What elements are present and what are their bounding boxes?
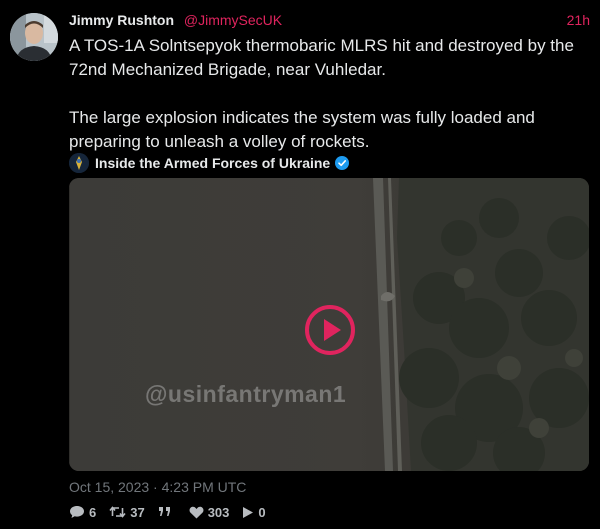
author-name[interactable]: Jimmy Rushton (69, 12, 174, 28)
views-count: 0 (258, 504, 266, 520)
tweet-date[interactable]: Oct 15, 2023 · 4:23 PM UTC (69, 479, 246, 495)
retweet-button[interactable]: 37 (109, 504, 145, 520)
relative-timestamp[interactable]: 21h (567, 12, 590, 28)
play-views-icon (243, 506, 254, 518)
heart-icon (189, 506, 204, 518)
tweet-stats: 6 37 303 0 (69, 503, 279, 521)
verified-badge-icon (335, 156, 350, 170)
reply-count: 6 (89, 504, 97, 520)
reply-button[interactable]: 6 (69, 505, 96, 520)
tweet-text: A TOS-1A Solntsepyok thermobaric MLRS hi… (69, 34, 589, 154)
quote-icon (158, 507, 170, 516)
like-count: 303 (207, 504, 230, 520)
avatar-image (10, 13, 58, 61)
retweet-icon (109, 506, 126, 518)
reply-icon (70, 506, 84, 518)
play-icon[interactable] (305, 305, 355, 355)
tweet: Jimmy Rushton @JimmySecUK 21h A TOS-1A S… (0, 0, 600, 529)
author-handle[interactable]: @JimmySecUK (184, 12, 282, 28)
tweet-header: Jimmy Rushton @JimmySecUK 21h (69, 12, 590, 30)
quoted-account[interactable]: Inside the Armed Forces of Ukraine (69, 153, 350, 173)
tweet-paragraph: The large explosion indicates the system… (69, 108, 535, 151)
like-button[interactable]: 303 (189, 504, 230, 520)
views-button[interactable]: 0 (242, 504, 266, 520)
quote-button[interactable] (158, 506, 176, 518)
retweet-count: 37 (130, 504, 145, 520)
video-watermark: @usinfantryman1 (145, 381, 347, 407)
quoted-account-name: Inside the Armed Forces of Ukraine (95, 155, 331, 171)
quoted-account-avatar (69, 153, 89, 173)
author-avatar[interactable] (10, 13, 58, 61)
tweet-paragraph: A TOS-1A Solntsepyok thermobaric MLRS hi… (69, 36, 574, 79)
video-media[interactable]: @usinfantryman1 (69, 178, 589, 471)
